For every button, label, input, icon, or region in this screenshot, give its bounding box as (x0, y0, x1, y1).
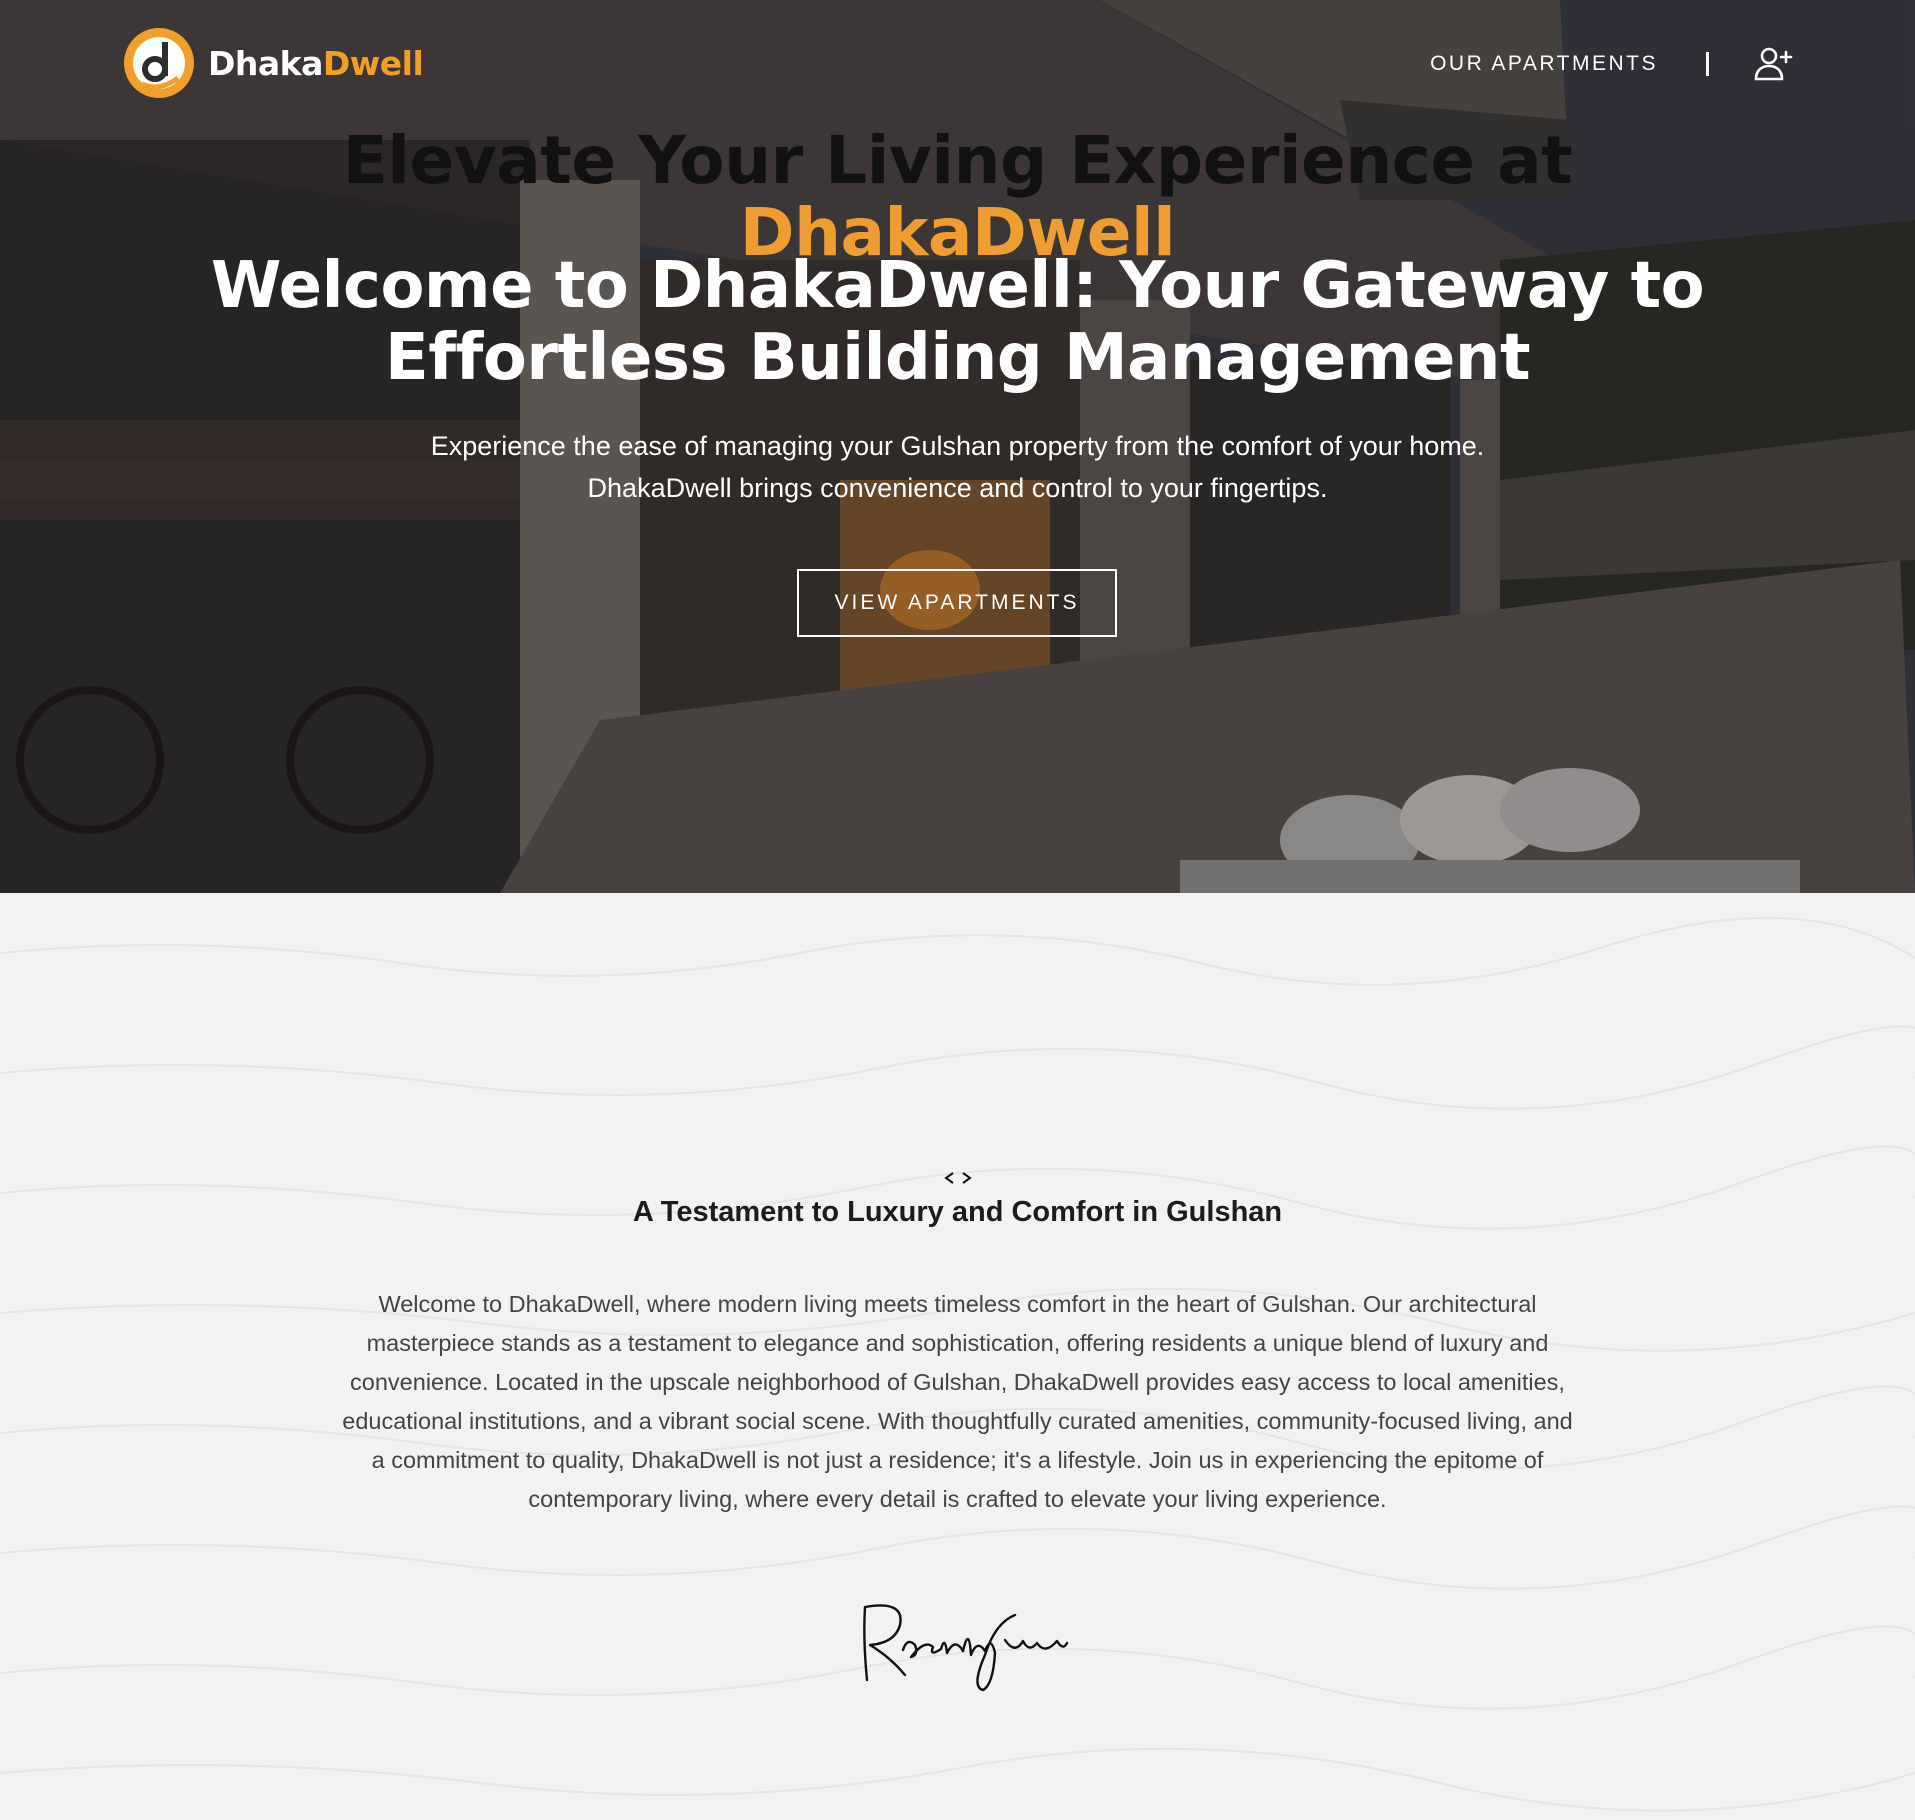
brand-logo[interactable]: DhakaDwell (122, 26, 424, 100)
hero-title: Welcome to DhakaDwell: Your Gateway to E… (210, 249, 1705, 395)
nav-separator (1706, 52, 1709, 76)
signature-image (863, 1604, 1069, 1692)
hero-subtitle-line2: DhakaDwell brings convenience and contro… (587, 473, 1328, 503)
logo-mark-icon (124, 28, 194, 98)
hero-subtitle-line1: Experience the ease of managing your Gul… (430, 431, 1485, 461)
code-brackets-icon (944, 1172, 972, 1184)
top-nav: OUR APARTMENTS (1430, 44, 1793, 84)
about-title: Elevate Your Living Experience at DhakaD… (250, 125, 1665, 269)
brand-name-part1: Dhaka (208, 43, 323, 83)
brand-name-part2: Dwell (322, 43, 424, 83)
nav-our-apartments-link[interactable]: OUR APARTMENTS (1430, 52, 1658, 76)
user-plus-icon[interactable] (1753, 44, 1793, 84)
about-title-accent: DhakaDwell (739, 194, 1176, 271)
hero-subtitle: Experience the ease of managing your Gul… (300, 425, 1615, 509)
view-apartments-button[interactable]: VIEW APARTMENTS (797, 569, 1117, 637)
about-subtitle: A Testament to Luxury and Comfort in Gul… (632, 1196, 1283, 1228)
about-body-text: Welcome to DhakaDwell, where modern livi… (342, 1291, 1573, 1512)
brand-wordmark: DhakaDwell (208, 43, 424, 83)
about-title-line1: Elevate Your Living Experience at (342, 122, 1573, 199)
